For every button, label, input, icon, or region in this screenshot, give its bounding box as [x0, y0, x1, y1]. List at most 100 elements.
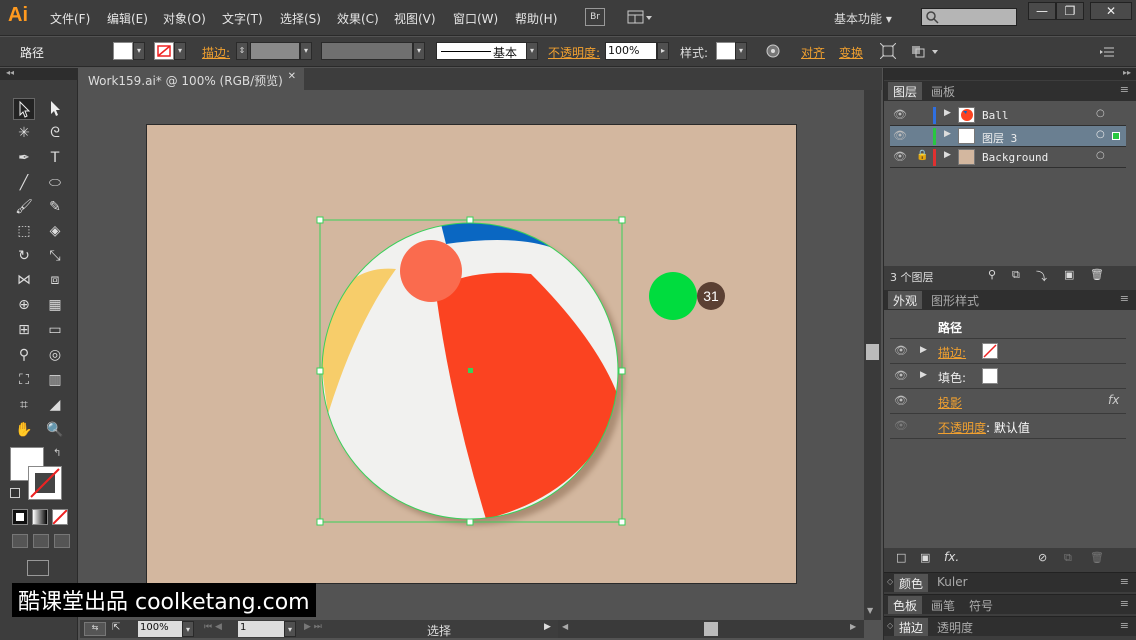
stroke-weight-dropdown[interactable]: ▾: [300, 42, 312, 60]
tab-graphic-styles[interactable]: 图形样式: [926, 291, 984, 309]
artboard-number-field[interactable]: 1: [238, 621, 284, 637]
handle-top[interactable]: [466, 216, 474, 224]
free-transform-tool-icon[interactable]: ⧈: [44, 269, 66, 291]
ellipse-tool-icon[interactable]: ⬭: [44, 172, 66, 194]
menu-edit[interactable]: 编辑(E): [107, 10, 148, 27]
stroke-color-box[interactable]: [28, 466, 62, 500]
zoom-field[interactable]: 100%: [138, 621, 182, 637]
layer-name[interactable]: Ball: [982, 109, 1009, 122]
magic-wand-tool-icon[interactable]: ✳: [13, 122, 35, 144]
color-mode-icon[interactable]: [12, 509, 28, 525]
bridge-button[interactable]: Br: [585, 8, 605, 26]
opacity-field[interactable]: 100%: [605, 42, 657, 60]
expand-arrow-icon[interactable]: ▶: [920, 345, 927, 355]
gradient-mode-icon[interactable]: [32, 509, 48, 525]
menu-type[interactable]: 文字(T): [222, 10, 263, 27]
appearance-stroke-label[interactable]: 描边:: [938, 344, 966, 361]
layer-row-ball[interactable]: 👁 ▶ Ball ○: [890, 105, 1126, 126]
clear-appearance-icon[interactable]: ⊘: [1038, 551, 1047, 564]
delete-layer-icon[interactable]: 🗑: [1090, 268, 1104, 281]
vertical-scrollbar[interactable]: ▼: [864, 90, 881, 620]
tab-kuler[interactable]: Kuler: [932, 574, 973, 592]
add-stroke-icon[interactable]: □: [896, 551, 906, 564]
menu-view[interactable]: 视图(V): [394, 10, 436, 27]
artboard-tool-icon[interactable]: ⌗: [13, 394, 35, 416]
eraser-tool-icon[interactable]: ◈: [44, 220, 66, 242]
horizontal-scrollbar[interactable]: ◀ ▶: [558, 620, 864, 638]
make-clipping-mask-icon[interactable]: ⧉: [1012, 268, 1020, 282]
blend-tool-icon[interactable]: ◎: [44, 344, 66, 366]
workspace-switcher[interactable]: 基本功能 ▾: [834, 10, 892, 27]
handle-bottom-right[interactable]: [618, 518, 626, 526]
delete-item-icon[interactable]: 🗑: [1090, 551, 1104, 564]
artboard-nav-icon[interactable]: ⇆: [84, 622, 106, 636]
minimize-button[interactable]: —: [1028, 2, 1056, 20]
layer-name[interactable]: 图层 3: [982, 130, 1017, 146]
recolor-artwork-icon[interactable]: [765, 43, 781, 59]
lasso-tool-icon[interactable]: ᘓ: [44, 122, 66, 144]
help-search-input[interactable]: [921, 8, 1017, 26]
duplicate-item-icon[interactable]: ⧉: [1064, 551, 1072, 565]
arrange-documents-icon[interactable]: [627, 9, 653, 25]
align-link[interactable]: 对齐: [801, 44, 825, 61]
paintbrush-tool-icon[interactable]: 🖌: [13, 196, 35, 218]
isolate-icon[interactable]: [879, 42, 897, 60]
close-window-button[interactable]: ✕: [1090, 2, 1132, 20]
stroke-dropdown[interactable]: ▾: [174, 42, 186, 60]
selection-indicator[interactable]: [1112, 132, 1120, 140]
maximize-button[interactable]: ❐: [1056, 2, 1084, 20]
handle-top-right[interactable]: [618, 216, 626, 224]
tab-swatches[interactable]: 色板: [888, 596, 923, 614]
menu-file[interactable]: 文件(F): [50, 10, 90, 27]
appearance-fill-row[interactable]: 👁 ▶ 填色:: [890, 364, 1126, 389]
appearance-opacity-row[interactable]: 👁 不透明度: 默认值: [890, 414, 1126, 439]
scroll-left-arrow[interactable]: ◀: [562, 622, 568, 631]
perspective-grid-tool-icon[interactable]: ▦: [44, 294, 66, 316]
default-colors-icon[interactable]: [10, 488, 20, 498]
scale-tool-icon[interactable]: ⤡: [44, 245, 66, 267]
layer-visibility-eye-icon[interactable]: 👁: [893, 150, 907, 163]
vertical-scroll-thumb[interactable]: [866, 344, 879, 360]
graphic-style-dropdown[interactable]: ▾: [735, 42, 747, 60]
swap-colors-icon[interactable]: ↰: [53, 448, 61, 459]
last-artboard-icon[interactable]: ▶ ⏭: [304, 622, 322, 632]
layer-target-icon[interactable]: ○: [1096, 108, 1105, 119]
toolbox-collapse-icon[interactable]: ◂◂: [0, 68, 78, 80]
appearance-effect-row[interactable]: 👁 投影 fx: [890, 389, 1126, 414]
none-mode-icon[interactable]: [52, 509, 68, 525]
status-menu-arrow[interactable]: ▶: [544, 622, 551, 632]
gradient-tool-icon[interactable]: ▭: [44, 319, 66, 341]
layer-row-background[interactable]: 👁 🔒 ▶ Background ○: [890, 147, 1126, 168]
stroke-swatch[interactable]: [154, 42, 174, 60]
eyedropper-tool-icon[interactable]: ⚲: [13, 344, 35, 366]
control-panel-menu-icon[interactable]: [1100, 45, 1116, 59]
hand-tool-icon[interactable]: ✋: [13, 419, 35, 441]
layer-row-layer3[interactable]: 👁 ▶ 图层 3 ○: [890, 126, 1126, 147]
layer-expand-icon[interactable]: ▶: [944, 150, 951, 160]
zoom-tool-icon[interactable]: 🔍: [44, 419, 66, 441]
artboard-dropdown[interactable]: ▾: [284, 621, 296, 637]
menu-effect[interactable]: 效果(C): [337, 10, 379, 27]
menu-select[interactable]: 选择(S): [280, 10, 321, 27]
dock-collapse-icon[interactable]: ▸▸: [884, 68, 1136, 80]
stroke-label[interactable]: 描边:: [202, 44, 230, 61]
first-artboard-icon[interactable]: ⏮ ◀: [204, 622, 222, 632]
tab-symbols[interactable]: 符号: [964, 596, 998, 614]
panel-expand-icon[interactable]: ◇: [887, 577, 893, 586]
tab-transparency[interactable]: 透明度: [932, 618, 978, 636]
share-icon[interactable]: ⇱: [112, 622, 120, 633]
opacity-dropdown[interactable]: ▸: [657, 42, 669, 60]
zoom-dropdown[interactable]: ▾: [182, 621, 194, 637]
expand-arrow-icon[interactable]: ▶: [920, 370, 927, 380]
handle-bottom[interactable]: [466, 518, 474, 526]
opacity-row[interactable]: 不透明度: 默认值: [938, 419, 1030, 436]
mesh-tool-icon[interactable]: ⊞: [13, 319, 35, 341]
color-panel-menu-icon[interactable]: ≡: [1120, 575, 1129, 588]
layer-visibility-eye-icon[interactable]: 👁: [893, 129, 907, 142]
brush-definition[interactable]: 基本: [436, 42, 538, 60]
graph-tool-icon[interactable]: ▥: [44, 369, 66, 391]
swatches-panel-menu-icon[interactable]: ≡: [1120, 597, 1129, 610]
fill-dropdown[interactable]: ▾: [133, 42, 145, 60]
opacity-link[interactable]: 不透明度: [938, 421, 986, 435]
handle-top-left[interactable]: [316, 216, 324, 224]
